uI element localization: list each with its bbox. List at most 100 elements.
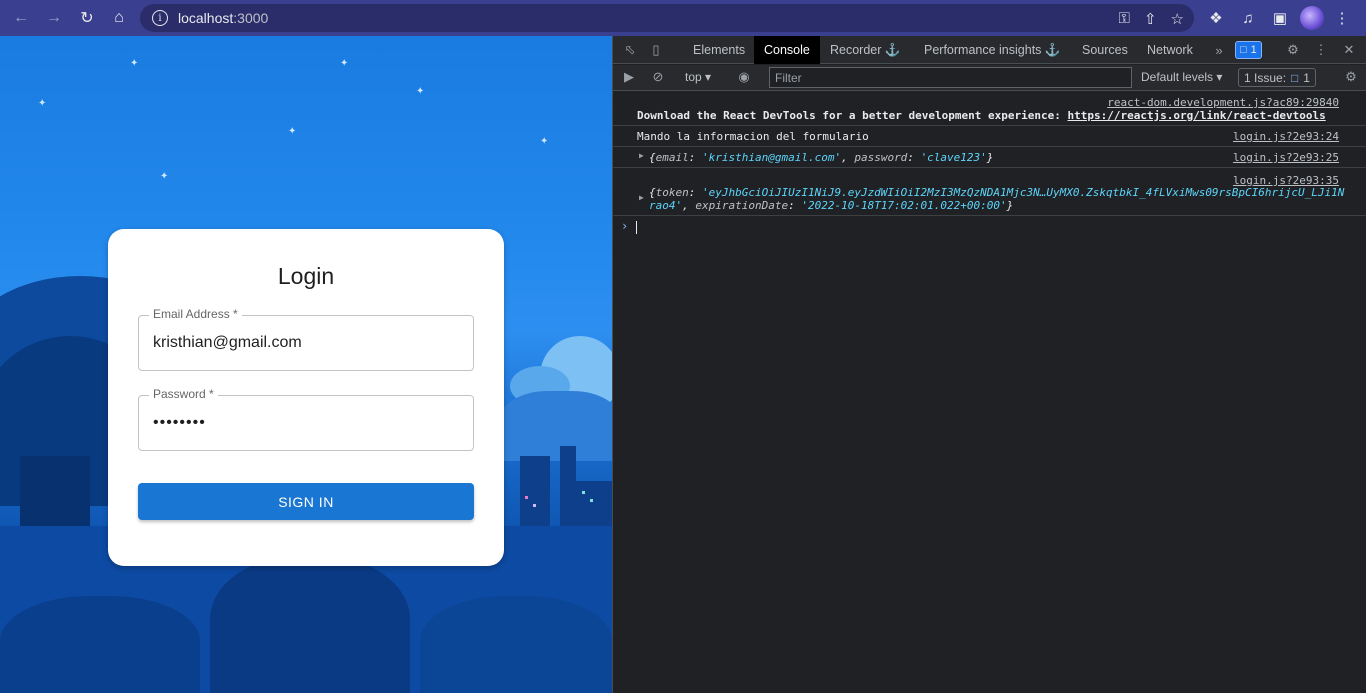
star-decoration: ✦ <box>540 136 549 147</box>
brace-close: } <box>986 151 994 164</box>
object-value: 'kristhian@gmail.com' <box>702 151 842 164</box>
close-devtools-icon[interactable]: ✕ <box>1341 42 1357 58</box>
settings-gear-icon[interactable]: ⚙ <box>1285 42 1301 58</box>
home-icon[interactable]: ⌂ <box>107 6 131 30</box>
object-preview: {email: 'kristhian@gmail.com', password:… <box>649 151 994 164</box>
console-output: react-dom.development.js?ac89:29840 Down… <box>613 92 1366 240</box>
console-prompt[interactable]: › <box>613 216 1366 240</box>
email-field[interactable]: Email Address * kristhian@gmail.com <box>138 307 474 371</box>
foreground-bush <box>210 556 410 693</box>
tab-performance-insights[interactable]: Performance insights ⚓ <box>914 36 1070 64</box>
context-selector[interactable]: top ▾ <box>685 70 711 84</box>
password-input[interactable]: •••••••• <box>153 414 206 432</box>
back-arrow-icon[interactable]: ← <box>9 6 33 30</box>
object-key: password <box>854 151 908 164</box>
expand-triangle-icon[interactable]: ▶ <box>639 151 644 160</box>
prompt-chevron-icon: › <box>621 219 629 233</box>
message-source-link[interactable]: login.js?2e93:24 <box>1233 130 1339 143</box>
extensions-puzzle-icon[interactable]: ❖ <box>1204 6 1228 30</box>
login-card: Login Email Address * kristhian@gmail.co… <box>108 229 504 566</box>
building <box>576 481 612 526</box>
tab-sources[interactable]: Sources <box>1072 36 1138 64</box>
tab-elements[interactable]: Elements <box>683 36 755 64</box>
message-icon: □ <box>1240 44 1247 56</box>
sidebar-toggle-icon[interactable]: ▶ <box>621 69 637 85</box>
message-icon: □ <box>1291 70 1299 85</box>
filter-placeholder: Filter <box>775 70 802 85</box>
message-source-link[interactable]: login.js?2e93:25 <box>1233 151 1339 164</box>
more-tabs-chevron-icon[interactable]: » <box>1211 42 1227 58</box>
issues-badge[interactable]: □ 1 <box>1235 41 1262 59</box>
media-queue-icon[interactable]: ♫ <box>1236 6 1260 30</box>
object-key: email <box>655 151 689 164</box>
url-host: localhost <box>178 10 234 26</box>
issues-counter-button[interactable]: 1 Issue: □ 1 <box>1238 68 1316 87</box>
devtools-menu-icon[interactable]: ⋮ <box>1313 42 1329 58</box>
log-levels-label: Default levels <box>1141 70 1214 84</box>
tab-recorder-label: Recorder <box>830 43 882 57</box>
text-caret <box>636 221 637 234</box>
login-title: Login <box>277 263 335 289</box>
bookmark-star-icon[interactable]: ☆ <box>1171 10 1184 28</box>
flask-icon: ⚓ <box>884 42 901 57</box>
message-text: Download the React DevTools for a better… <box>637 109 1068 122</box>
console-filter-input[interactable]: Filter <box>769 67 1132 88</box>
email-input[interactable]: kristhian@gmail.com <box>153 334 302 352</box>
foreground-bush <box>420 596 612 693</box>
tab-network[interactable]: Network <box>1137 36 1203 64</box>
star-decoration: ✦ <box>160 171 169 182</box>
tab-console[interactable]: Console <box>754 36 820 64</box>
menu-kebab-icon[interactable]: ⋮ <box>1330 6 1354 30</box>
inspect-element-icon[interactable]: ⬁ <box>622 42 638 58</box>
browser-toolbar: ← → ↻ ⌂ i localhost:3000 ⚿ ⇧ ☆ ❖ ♫ ▣ ⋮ <box>0 0 1366 36</box>
object-preview: {token: 'eyJhbGciOiJIUzI1NiJ9.eyJzdWIiOi… <box>649 186 1345 212</box>
object-value: 'eyJhbGciOiJIUzI1NiJ9.eyJzdWIiOiI2MzI3Mz… <box>702 186 1345 199</box>
device-toolbar-icon[interactable]: ▯ <box>648 42 664 58</box>
object-key: token <box>655 186 689 199</box>
star-decoration: ✦ <box>288 126 297 137</box>
console-message[interactable]: login.js?2e93:35 ▶ {token: 'eyJhbGciOiJI… <box>613 168 1366 216</box>
expand-triangle-icon[interactable]: ▶ <box>639 193 644 202</box>
issues-count: 1 <box>1303 70 1310 85</box>
email-label: Email Address * <box>149 307 242 321</box>
console-toolbar: ▶ ⊘ top ▾ ◉ Filter Default levels ▾ 1 Is… <box>613 65 1366 91</box>
lit-window <box>533 504 536 507</box>
star-decoration: ✦ <box>416 86 425 97</box>
foreground-bush <box>0 596 200 693</box>
password-field[interactable]: Password * •••••••• <box>138 387 474 451</box>
building <box>560 446 576 526</box>
address-bar[interactable]: i localhost:3000 ⚿ ⇧ ☆ <box>140 4 1194 32</box>
context-label: top <box>685 70 702 84</box>
message-source-link[interactable]: react-dom.development.js?ac89:29840 <box>1107 96 1339 109</box>
password-label: Password * <box>149 387 218 401</box>
live-expression-eye-icon[interactable]: ◉ <box>736 69 752 85</box>
clear-console-icon[interactable]: ⊘ <box>650 69 666 85</box>
flask-icon: ⚓ <box>1044 42 1061 57</box>
object-key: expirationDate <box>695 199 789 212</box>
hill-shape <box>500 391 612 461</box>
log-levels-dropdown[interactable]: Default levels ▾ <box>1141 70 1222 84</box>
building <box>520 456 550 526</box>
brace-open: { <box>649 151 656 164</box>
site-info-icon[interactable]: i <box>152 10 168 26</box>
console-message[interactable]: ▶ {email: 'kristhian@gmail.com', passwor… <box>613 147 1366 168</box>
sign-in-button[interactable]: SIGN IN <box>138 483 474 520</box>
password-key-icon[interactable]: ⚿ <box>1119 10 1130 28</box>
profile-avatar[interactable] <box>1300 6 1324 30</box>
lit-window <box>590 499 593 502</box>
reload-icon[interactable]: ↻ <box>75 6 99 30</box>
star-decoration: ✦ <box>340 58 349 69</box>
object-value: '2022-10-18T17:02:01.022+00:00' <box>801 199 1007 212</box>
devtools-tab-bar: ⬁ ▯ Elements Console Recorder ⚓ Performa… <box>613 36 1366 64</box>
side-panel-icon[interactable]: ▣ <box>1268 6 1292 30</box>
console-message: Mando la informacion del formulario logi… <box>613 126 1366 147</box>
dropdown-triangle-icon: ▾ <box>1216 70 1223 84</box>
react-devtools-link[interactable]: https://reactjs.org/link/react-devtools <box>1067 109 1325 122</box>
devtools-panel: ⬁ ▯ Elements Console Recorder ⚓ Performa… <box>612 36 1366 693</box>
issues-badge-count: 1 <box>1250 44 1257 56</box>
url-port: :3000 <box>233 10 269 26</box>
share-icon[interactable]: ⇧ <box>1144 10 1157 28</box>
tab-recorder[interactable]: Recorder ⚓ <box>820 36 910 64</box>
forward-arrow-icon[interactable]: → <box>42 6 66 30</box>
console-settings-gear-icon[interactable]: ⚙ <box>1343 69 1359 85</box>
